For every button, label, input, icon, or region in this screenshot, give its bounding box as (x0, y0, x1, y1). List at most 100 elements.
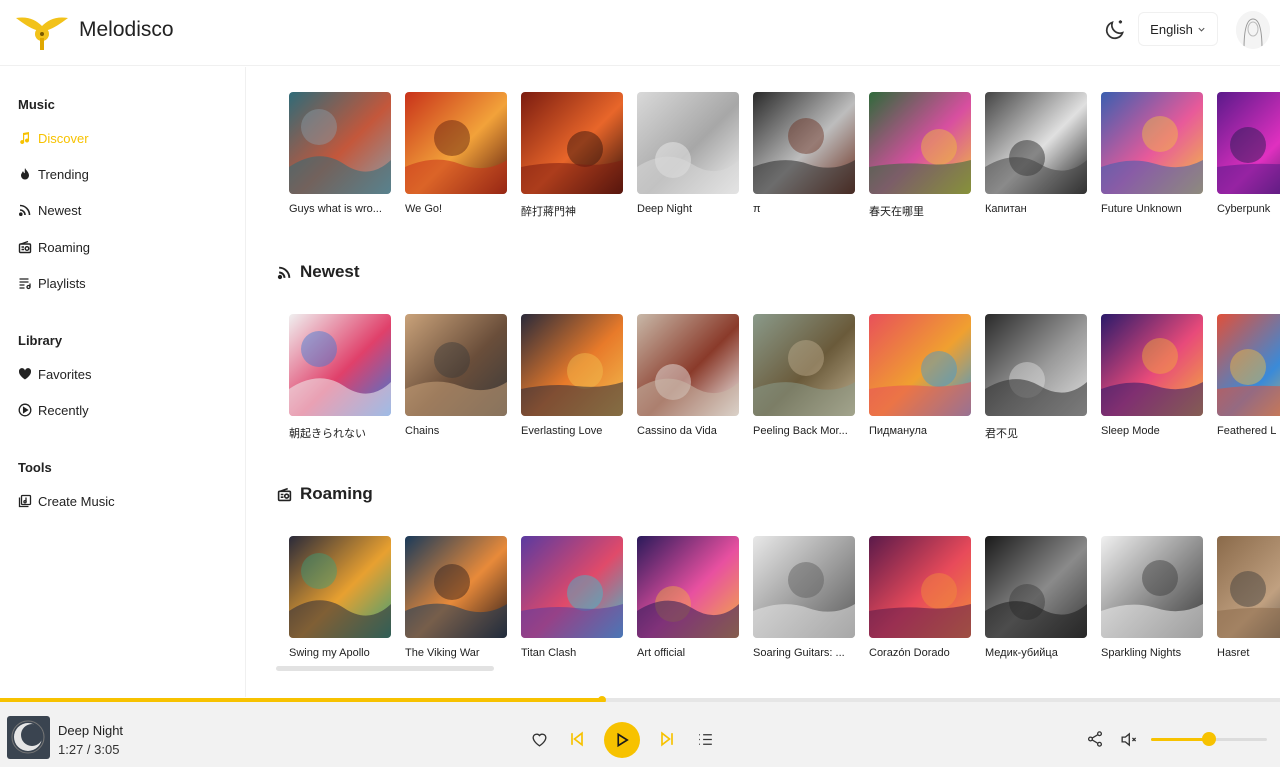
song-title[interactable]: Feathered L (1217, 425, 1280, 437)
song-card[interactable]: Hasret (1217, 536, 1280, 659)
album-cover[interactable] (289, 92, 391, 194)
album-cover[interactable] (869, 536, 971, 638)
song-title[interactable]: Deep Night (637, 203, 739, 215)
song-card[interactable]: Медик-убийца (985, 536, 1087, 659)
sidebar-item-discover[interactable]: Discover (18, 125, 89, 151)
share-button[interactable] (1083, 727, 1107, 751)
album-cover[interactable] (985, 536, 1087, 638)
song-card[interactable]: π (753, 92, 855, 215)
album-cover[interactable] (1101, 314, 1203, 416)
sidebar-item-newest[interactable]: Newest (18, 197, 81, 223)
song-card[interactable]: Titan Clash (521, 536, 623, 659)
album-cover[interactable] (521, 92, 623, 194)
album-cover[interactable] (405, 92, 507, 194)
album-cover[interactable] (869, 314, 971, 416)
song-title[interactable]: Peeling Back Mor... (753, 425, 855, 437)
album-cover[interactable] (1101, 536, 1203, 638)
moon-star-icon[interactable] (1102, 17, 1128, 43)
queue-button[interactable] (693, 727, 717, 751)
song-card[interactable]: Corazón Dorado (869, 536, 971, 659)
song-title[interactable]: The Viking War (405, 647, 507, 659)
song-title[interactable]: 君不见 (985, 425, 1087, 441)
song-title[interactable]: Cassino da Vida (637, 425, 739, 437)
song-title[interactable]: Chains (405, 425, 507, 437)
song-card[interactable]: 春天在哪里 (869, 92, 971, 219)
album-cover[interactable] (1217, 536, 1280, 638)
song-title[interactable]: Guys what is wro... (289, 203, 391, 215)
album-cover[interactable] (753, 314, 855, 416)
album-cover[interactable] (985, 314, 1087, 416)
album-cover[interactable] (405, 314, 507, 416)
song-title[interactable]: Titan Clash (521, 647, 623, 659)
sidebar-item-trending[interactable]: Trending (18, 161, 89, 187)
song-title[interactable]: Пидманула (869, 425, 971, 437)
song-title[interactable]: Art official (637, 647, 739, 659)
song-title[interactable]: Cyberpunk (1217, 203, 1280, 215)
album-cover[interactable] (1217, 314, 1280, 416)
song-card[interactable]: Everlasting Love (521, 314, 623, 437)
song-card[interactable]: We Go! (405, 92, 507, 215)
album-cover[interactable] (1101, 92, 1203, 194)
volume-handle[interactable] (1202, 732, 1216, 746)
sidebar-item-playlists[interactable]: Playlists (18, 270, 86, 296)
sidebar-item-roaming[interactable]: Roaming (18, 234, 90, 260)
now-playing-cover[interactable] (7, 716, 50, 759)
album-cover[interactable] (289, 536, 391, 638)
song-title[interactable]: Медик-убийца (985, 647, 1087, 659)
language-selector[interactable]: English (1138, 12, 1218, 46)
song-card[interactable]: Cyberpunk (1217, 92, 1280, 215)
song-title[interactable]: Sleep Mode (1101, 425, 1203, 437)
song-title[interactable]: Hasret (1217, 647, 1280, 659)
song-card[interactable]: Chains (405, 314, 507, 437)
song-card[interactable]: Deep Night (637, 92, 739, 215)
song-title[interactable]: Sparkling Nights (1101, 647, 1203, 659)
song-card[interactable]: 朝起きられない (289, 314, 391, 441)
album-cover[interactable] (405, 536, 507, 638)
album-cover[interactable] (985, 92, 1087, 194)
play-button[interactable] (604, 722, 640, 758)
sidebar-item-create-music[interactable]: Create Music (18, 488, 115, 514)
song-card[interactable]: The Viking War (405, 536, 507, 659)
sidebar-item-favorites[interactable]: Favorites (18, 361, 91, 387)
album-cover[interactable] (869, 92, 971, 194)
song-title[interactable]: π (753, 203, 855, 215)
volume-button[interactable] (1116, 727, 1140, 751)
user-avatar[interactable] (1236, 11, 1270, 49)
horizontal-scrollbar[interactable] (276, 666, 494, 671)
song-title[interactable]: We Go! (405, 203, 507, 215)
song-card[interactable]: Peeling Back Mor... (753, 314, 855, 437)
song-card[interactable]: Капитан (985, 92, 1087, 215)
song-card[interactable]: 君不见 (985, 314, 1087, 441)
song-title[interactable]: Corazón Dorado (869, 647, 971, 659)
song-card[interactable]: 醉打蔣門神 (521, 92, 623, 219)
song-card[interactable]: Пидманула (869, 314, 971, 437)
song-title[interactable]: Everlasting Love (521, 425, 623, 437)
song-card[interactable]: Swing my Apollo (289, 536, 391, 659)
next-button[interactable] (655, 727, 679, 751)
song-card[interactable]: Art official (637, 536, 739, 659)
favorite-button[interactable] (527, 727, 551, 751)
album-cover[interactable] (637, 314, 739, 416)
song-title[interactable]: 朝起きられない (289, 425, 391, 441)
logo-icon[interactable] (14, 10, 70, 52)
song-title[interactable]: 春天在哪里 (869, 203, 971, 219)
song-title[interactable]: 醉打蔣門神 (521, 203, 623, 219)
song-title[interactable]: Капитан (985, 203, 1087, 215)
album-cover[interactable] (1217, 92, 1280, 194)
album-cover[interactable] (753, 92, 855, 194)
previous-button[interactable] (565, 727, 589, 751)
album-cover[interactable] (753, 536, 855, 638)
song-card[interactable]: Sleep Mode (1101, 314, 1203, 437)
song-card[interactable]: Guys what is wro... (289, 92, 391, 215)
song-title[interactable]: Future Unknown (1101, 203, 1203, 215)
volume-slider[interactable] (1151, 732, 1267, 746)
song-card[interactable]: Cassino da Vida (637, 314, 739, 437)
album-cover[interactable] (521, 536, 623, 638)
album-cover[interactable] (289, 314, 391, 416)
sidebar-item-recently[interactable]: Recently (18, 397, 89, 423)
album-cover[interactable] (521, 314, 623, 416)
song-card[interactable]: Soaring Guitars: ... (753, 536, 855, 659)
album-cover[interactable] (637, 92, 739, 194)
song-card[interactable]: Future Unknown (1101, 92, 1203, 215)
song-card[interactable]: Feathered L (1217, 314, 1280, 437)
